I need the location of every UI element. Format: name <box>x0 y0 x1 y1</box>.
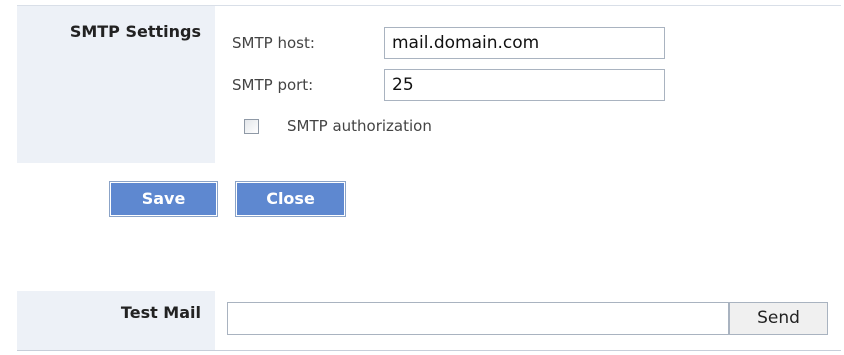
smtp-port-input[interactable] <box>384 69 665 101</box>
smtp-settings-heading: SMTP Settings <box>69 22 201 41</box>
save-button[interactable]: Save <box>109 181 218 217</box>
smtp-port-label: SMTP port: <box>232 76 314 94</box>
smtp-host-label: SMTP host: <box>232 34 315 52</box>
test-mail-input[interactable] <box>227 302 729 335</box>
bottom-divider <box>17 350 841 351</box>
smtp-host-input[interactable] <box>384 27 665 59</box>
smtp-settings-label-cell: SMTP Settings <box>17 6 215 163</box>
send-button[interactable]: Send <box>729 302 828 335</box>
test-mail-label-cell: Test Mail <box>17 291 215 350</box>
close-button[interactable]: Close <box>235 181 346 217</box>
smtp-authorization-label[interactable]: SMTP authorization <box>287 117 432 135</box>
smtp-authorization-checkbox[interactable] <box>244 119 259 134</box>
test-mail-heading: Test Mail <box>120 303 201 322</box>
